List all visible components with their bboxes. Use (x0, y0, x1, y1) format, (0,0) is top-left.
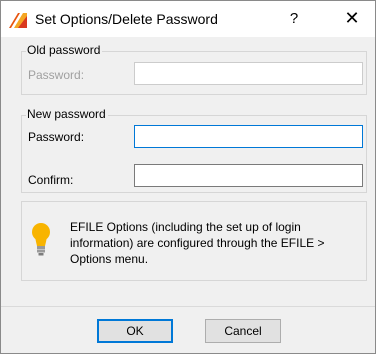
set-options-dialog: Set Options/Delete Password ? ✕ Old pass… (0, 0, 376, 354)
footer-separator (1, 306, 375, 307)
new-password-input[interactable] (134, 125, 363, 148)
confirm-password-input[interactable] (134, 164, 363, 187)
title-bar[interactable]: Set Options/Delete Password ? ✕ (1, 1, 375, 37)
old-password-label: Password: (28, 68, 85, 82)
info-panel: EFILE Options (including the set up of l… (21, 201, 367, 281)
confirm-label: Confirm: (28, 173, 74, 187)
old-password-input[interactable] (134, 62, 363, 85)
old-password-group-title: Old password (26, 43, 103, 57)
ok-button[interactable]: OK (97, 319, 173, 343)
info-text: EFILE Options (including the set up of l… (70, 220, 325, 266)
app-logo-icon (9, 13, 27, 28)
lightbulb-icon (32, 223, 50, 256)
cancel-button[interactable]: Cancel (205, 319, 281, 343)
close-button[interactable]: ✕ (339, 6, 365, 30)
window-title: Set Options/Delete Password (35, 11, 218, 27)
new-password-label: Password: (28, 130, 85, 144)
help-button[interactable]: ? (283, 8, 305, 30)
new-password-group-title: New password (26, 107, 108, 121)
